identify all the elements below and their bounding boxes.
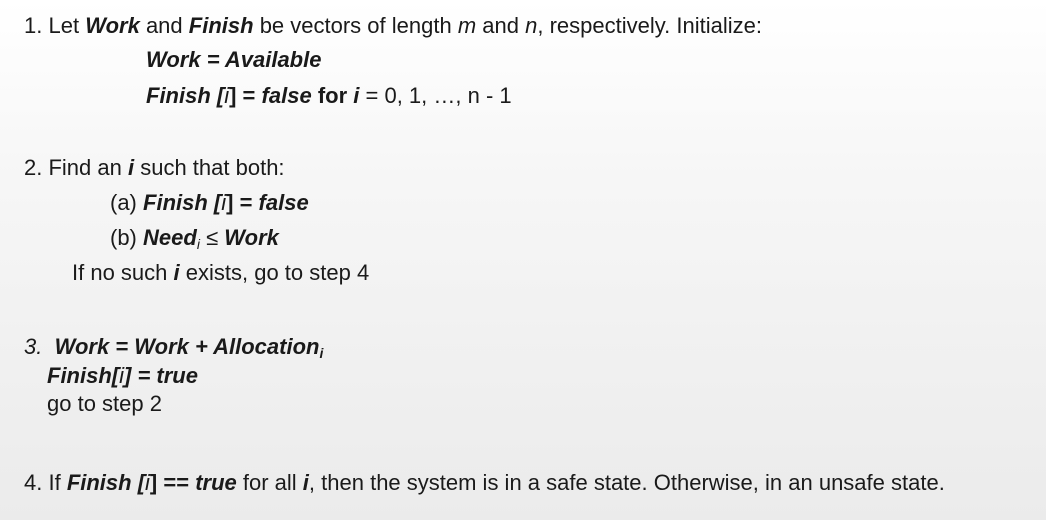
- no-such-line: If no such i exists, go to step 4: [72, 259, 369, 287]
- step4-eq: ] ==: [149, 470, 190, 495]
- step4-true: true: [195, 470, 237, 495]
- condition-a-label: (a): [110, 190, 137, 215]
- condition-b-le: ≤: [206, 225, 219, 250]
- step2-intro-b: such that both:: [140, 155, 285, 180]
- step1-number: 1.: [24, 13, 43, 38]
- work-term: Work: [85, 13, 140, 38]
- condition-a-eq: ] =: [226, 190, 253, 215]
- step3-assign: 3. Work = Work + Allocationi: [24, 333, 323, 361]
- vectors-text: be vectors of length: [259, 13, 452, 38]
- step3-assign-text: Work = Work + Allocation: [54, 334, 320, 359]
- init-finish-a: Finish [: [146, 83, 225, 108]
- init-finish-b: ] =: [229, 83, 256, 108]
- step3-finish: Finish[i] = true: [47, 362, 198, 390]
- slide: { "step1": { "number": "1.", "let": "Let…: [0, 0, 1046, 520]
- step4-intro: 4. If: [24, 470, 61, 495]
- step2-intro: 2. Find an i such that both:: [24, 154, 285, 182]
- step4-forall: for all: [242, 470, 297, 495]
- step2-intro-a: 2. Find an: [24, 155, 122, 180]
- step4-rest: , then the system is in a safe state. Ot…: [308, 470, 945, 495]
- no-such-a: If no such: [72, 260, 168, 285]
- step4-line: 4. If Finish [i] == true for all i, then…: [24, 469, 945, 497]
- step1-line: 1. Let Work and Finish be vectors of len…: [24, 12, 762, 40]
- finish-term: Finish: [188, 13, 254, 38]
- n-var: n: [525, 13, 538, 38]
- step3-assign-sub: i: [319, 345, 324, 361]
- init-work-line: Work = Available: [146, 47, 322, 72]
- init-finish-line: Finish [i] = false for i = 0, 1, …, n - …: [146, 82, 512, 110]
- step4-finish: Finish [: [66, 470, 146, 495]
- step1-let: Let: [48, 13, 80, 38]
- and-text-2: and: [482, 13, 519, 38]
- condition-b-work: Work: [224, 225, 279, 250]
- no-such-i: i: [173, 260, 180, 285]
- step3-number: 3.: [24, 334, 43, 359]
- respectively-text: , respectively. Initialize:: [537, 13, 762, 38]
- init-rest: = 0, 1, …, n - 1: [365, 83, 512, 108]
- step3-goto: go to step 2: [47, 391, 162, 416]
- init-i2: i: [353, 83, 360, 108]
- step3-finish-b: ] = true: [124, 363, 198, 388]
- condition-a: (a) Finish [i] = false: [110, 189, 309, 217]
- step2-intro-i: i: [127, 155, 135, 180]
- condition-b-label: (b): [110, 225, 137, 250]
- condition-a-finish: Finish [: [143, 190, 222, 215]
- step3-finish-a: Finish[: [47, 363, 120, 388]
- condition-b: (b) Needi ≤ Work: [110, 224, 279, 252]
- no-such-b: exists, go to step 4: [185, 260, 370, 285]
- m-var: m: [457, 13, 477, 38]
- condition-a-false: false: [258, 190, 309, 215]
- init-false: false: [261, 83, 312, 108]
- condition-b-sub: i: [196, 236, 200, 252]
- init-for: for: [317, 83, 348, 108]
- condition-b-need: Need: [143, 225, 197, 250]
- and-text: and: [145, 13, 183, 38]
